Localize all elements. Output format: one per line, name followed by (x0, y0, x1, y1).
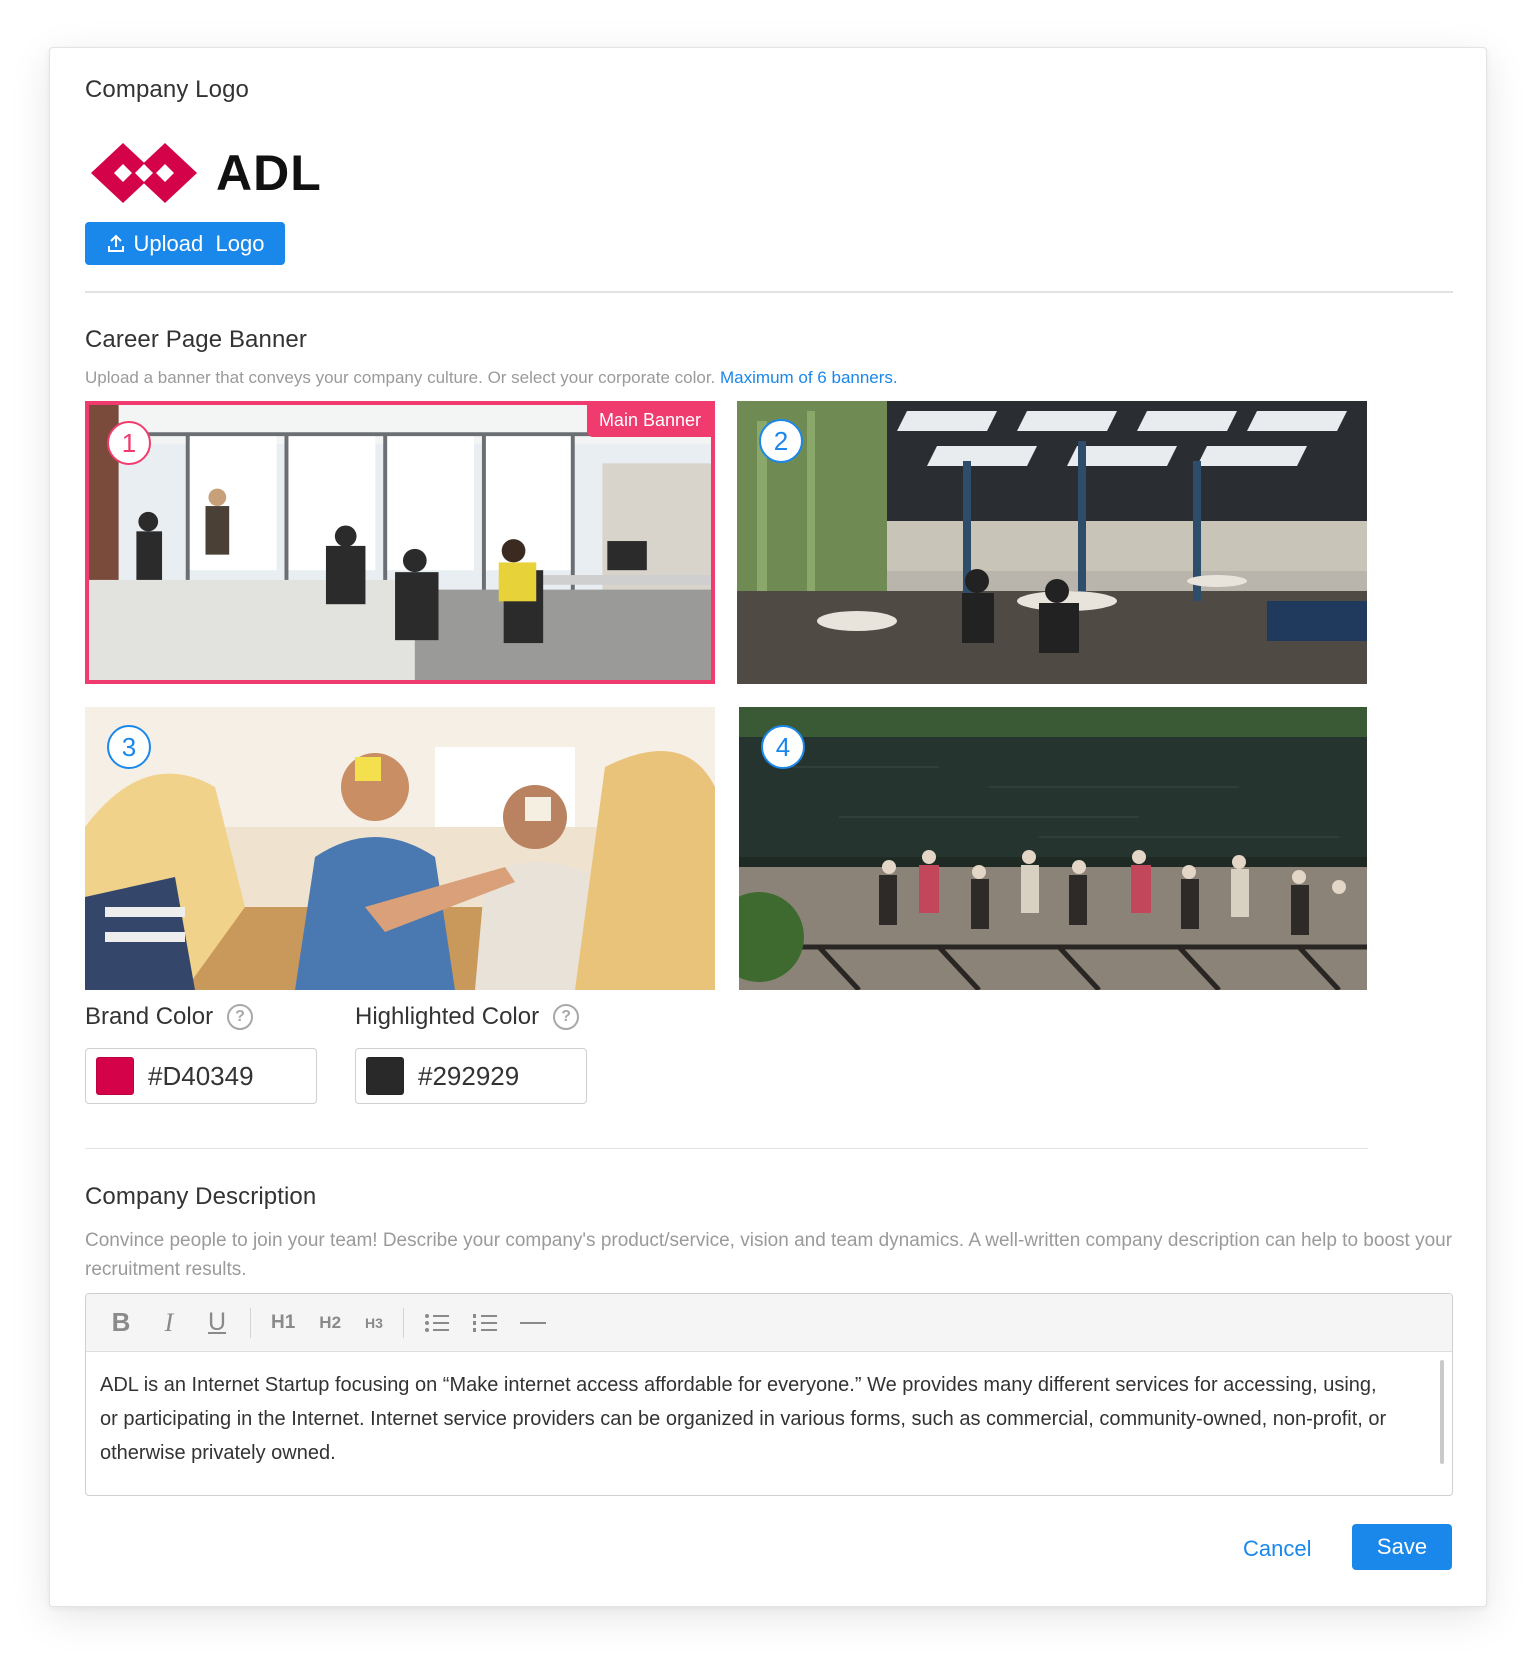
highlighted-color-field[interactable]: #292929 (355, 1048, 587, 1104)
logo-wordmark: ADL (216, 145, 322, 201)
adl-logo-mark-icon (91, 143, 197, 203)
section-divider (85, 291, 1453, 293)
toolbar-separator (402, 1307, 404, 1338)
highlighted-color-value: #292929 (418, 1060, 520, 1091)
help-icon[interactable]: ? (227, 1004, 254, 1030)
editor-scrollbar[interactable] (1440, 1360, 1444, 1464)
banner-4[interactable]: 4 (739, 707, 1367, 990)
upload-icon (107, 234, 124, 252)
highlighted-color-label: Highlighted Color ? (355, 1003, 580, 1031)
team-game-photo-icon (85, 707, 715, 990)
banner-1-number: 1 (107, 421, 151, 465)
brand-color-label: Brand Color ? (85, 1003, 254, 1031)
highlighted-color-swatch[interactable] (366, 1057, 404, 1095)
description-editor: B I U H1 H2 H3 ADL is an Internet Startu… (85, 1293, 1453, 1496)
banner-1[interactable]: 1 Main Banner (85, 401, 715, 684)
lakeside-party-photo-icon (739, 707, 1367, 990)
editor-toolbar: B I U H1 H2 H3 (86, 1294, 1452, 1352)
brand-color-value: #D40349 (148, 1060, 254, 1091)
underline-icon[interactable]: U (204, 1303, 230, 1343)
description-text: ADL is an Internet Startup focusing on “… (100, 1374, 1387, 1464)
banner-2-number: 2 (759, 419, 803, 463)
main-banner-tag: Main Banner (586, 405, 711, 437)
help-icon[interactable]: ? (553, 1004, 580, 1030)
bold-icon[interactable]: B (108, 1303, 134, 1343)
career-banner-subtitle: Upload a banner that conveys your compan… (85, 368, 898, 388)
heading-3-button[interactable]: H3 (365, 1303, 383, 1343)
company-settings-card: Company Logo ADL Upload Logo Career Page… (49, 47, 1487, 1607)
toolbar-separator (250, 1307, 251, 1338)
save-button[interactable]: Save (1352, 1524, 1452, 1570)
banner-3[interactable]: 3 (85, 707, 715, 990)
banner-4-number: 4 (761, 725, 805, 769)
italic-icon[interactable]: I (156, 1303, 182, 1343)
brand-color-swatch[interactable] (96, 1057, 134, 1095)
upload-logo-label: Upload Logo (133, 230, 265, 256)
cancel-button[interactable]: Cancel (1243, 1536, 1311, 1562)
highlighted-color-label-text: Highlighted Color (355, 1003, 540, 1030)
heading-2-button[interactable]: H2 (319, 1303, 341, 1343)
horizontal-rule-icon[interactable] (519, 1303, 546, 1343)
numbered-list-icon[interactable] (472, 1303, 498, 1343)
company-logo: ADL (86, 138, 346, 218)
company-description-help: Convince people to join your team! Descr… (85, 1230, 1453, 1280)
heading-1-button[interactable]: H1 (271, 1303, 295, 1343)
banner-3-number: 3 (107, 725, 151, 769)
banner-2[interactable]: 2 (737, 401, 1367, 684)
cafeteria-photo-icon (737, 401, 1367, 684)
company-logo-title: Company Logo (85, 76, 249, 103)
bullet-list-icon[interactable] (424, 1303, 450, 1343)
max-banners-link[interactable]: Maximum of 6 banners. (720, 368, 898, 387)
upload-logo-button[interactable]: Upload Logo (85, 222, 285, 265)
career-banner-title: Career Page Banner (85, 326, 307, 353)
career-banner-subtitle-text: Upload a banner that conveys your compan… (85, 368, 716, 387)
brand-color-label-text: Brand Color (85, 1003, 214, 1030)
office-photo-icon (89, 405, 711, 680)
brand-color-field[interactable]: #D40349 (85, 1048, 317, 1104)
section-divider (85, 1148, 1368, 1149)
description-textarea[interactable]: ADL is an Internet Startup focusing on “… (86, 1352, 1452, 1495)
company-description-title: Company Description (85, 1183, 317, 1210)
